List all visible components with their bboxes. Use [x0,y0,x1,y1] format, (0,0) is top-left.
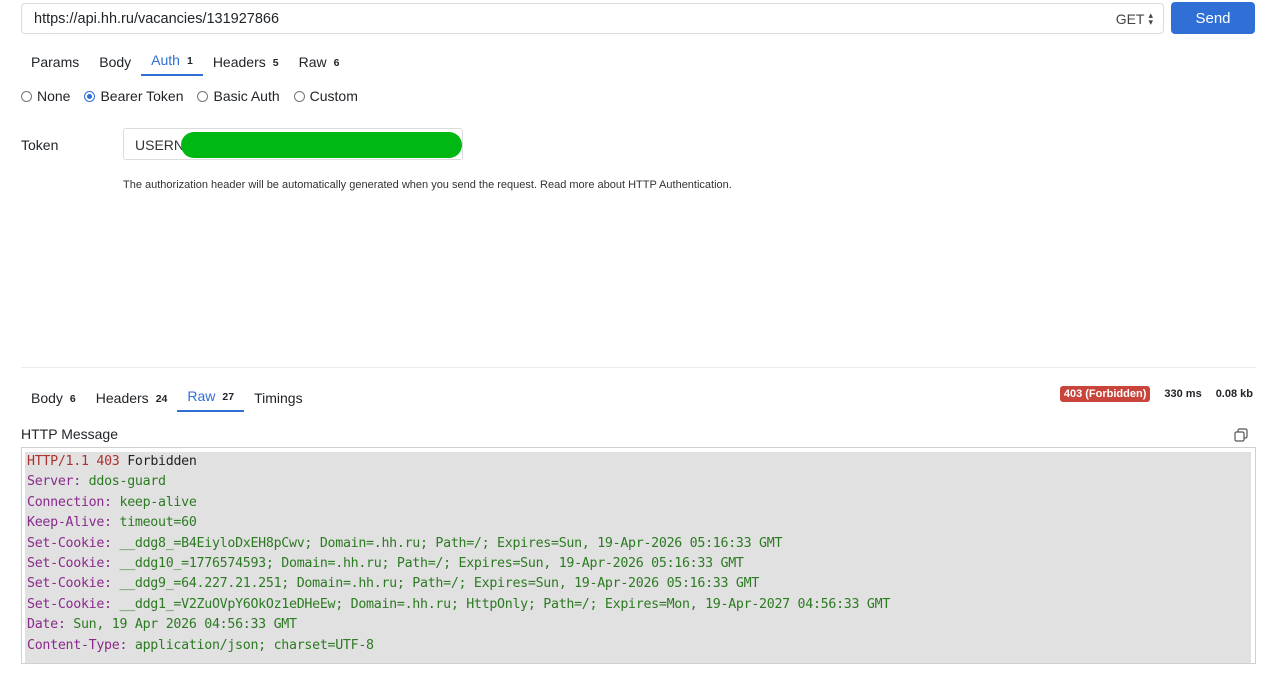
response-tabs: Body 6 Headers 24 Raw 27 Timings [21,388,313,412]
header-line: Server: ddos-guard [27,474,166,490]
radio-icon[interactable] [293,90,305,102]
send-button[interactable]: Send [1171,2,1255,34]
tab-count: 6 [333,57,340,69]
radio-checked-icon[interactable] [84,90,96,102]
http-message-title: HTTP Message [21,426,118,442]
tab-count: 6 [69,393,76,405]
response-status-area: 403 (Forbidden) 330 ms 0.08 kb [1059,386,1253,402]
tab-count: 1 [186,55,193,67]
http-message-content: HTTP/1.1 403 Forbidden Server: ddos-guar… [25,452,1251,663]
radio-icon[interactable] [21,90,32,102]
request-tabs: Params Body Auth 1 Headers 5 Raw 6 [21,52,349,76]
divider [21,367,1256,368]
redaction-mark [181,132,462,158]
header-line: Content-Type: application/json; charset=… [27,637,374,653]
copy-icon[interactable] [1234,428,1248,442]
tab-response-headers[interactable]: Headers 24 [86,388,178,412]
auth-option-custom[interactable]: Custom [293,88,358,104]
tab-headers[interactable]: Headers 5 [203,52,289,76]
tab-raw[interactable]: Raw 6 [289,52,350,76]
tab-count: 24 [155,393,168,405]
status-line: HTTP/1.1 403 Forbidden [27,454,197,469]
status-badge: 403 (Forbidden) [1059,386,1151,402]
header-line: Set-Cookie: __ddg1_=V2ZuOVpY6OkOz1eDHeEw… [27,596,891,612]
auth-option-none[interactable]: None [21,88,70,104]
auth-hint: The authorization header will be automat… [123,179,732,191]
tab-response-body[interactable]: Body 6 [21,388,86,412]
method-value: GET [1115,11,1145,27]
token-input[interactable]: USERN [123,128,463,160]
method-select[interactable]: GET ▴ ▾ [1115,10,1153,28]
header-line: Date: Sun, 19 Apr 2026 04:56:33 GMT [27,617,297,633]
header-line: Set-Cookie: __ddg10_=1776574593; Domain=… [27,556,744,571]
tab-body[interactable]: Body [89,52,141,76]
auth-type-options: None Bearer Token Basic Auth Custom [21,88,358,104]
tab-count: 27 [222,391,235,403]
tab-params[interactable]: Params [21,52,89,76]
token-value: USERN [135,137,185,153]
response-time: 330 ms [1164,388,1202,400]
auth-option-bearer[interactable]: Bearer Token [84,88,183,104]
select-arrows-icon: ▴ ▾ [1148,10,1153,27]
http-message-box[interactable]: HTTP/1.1 403 Forbidden Server: ddos-guar… [21,447,1256,664]
tab-count: 5 [272,57,279,69]
url-input[interactable]: https://api.hh.ru/vacancies/131927866 [34,11,279,27]
radio-icon[interactable] [197,90,209,102]
tab-auth[interactable]: Auth 1 [141,52,203,76]
auth-option-basic[interactable]: Basic Auth [197,88,280,104]
tab-response-timings[interactable]: Timings [244,388,313,412]
response-size: 0.08 kb [1215,388,1253,400]
token-label: Token [21,137,59,153]
header-line: Keep-Alive: timeout=60 [27,515,197,531]
tab-response-raw[interactable]: Raw 27 [177,388,245,412]
url-bar[interactable]: https://api.hh.ru/vacancies/131927866 GE… [21,3,1164,34]
header-line: Connection: keep-alive [27,494,197,510]
header-line: Set-Cookie: __ddg8_=B4EiyloDxEH8pCwv; Do… [27,535,783,551]
header-line: Set-Cookie: __ddg9_=64.227.21.251; Domai… [27,576,760,592]
